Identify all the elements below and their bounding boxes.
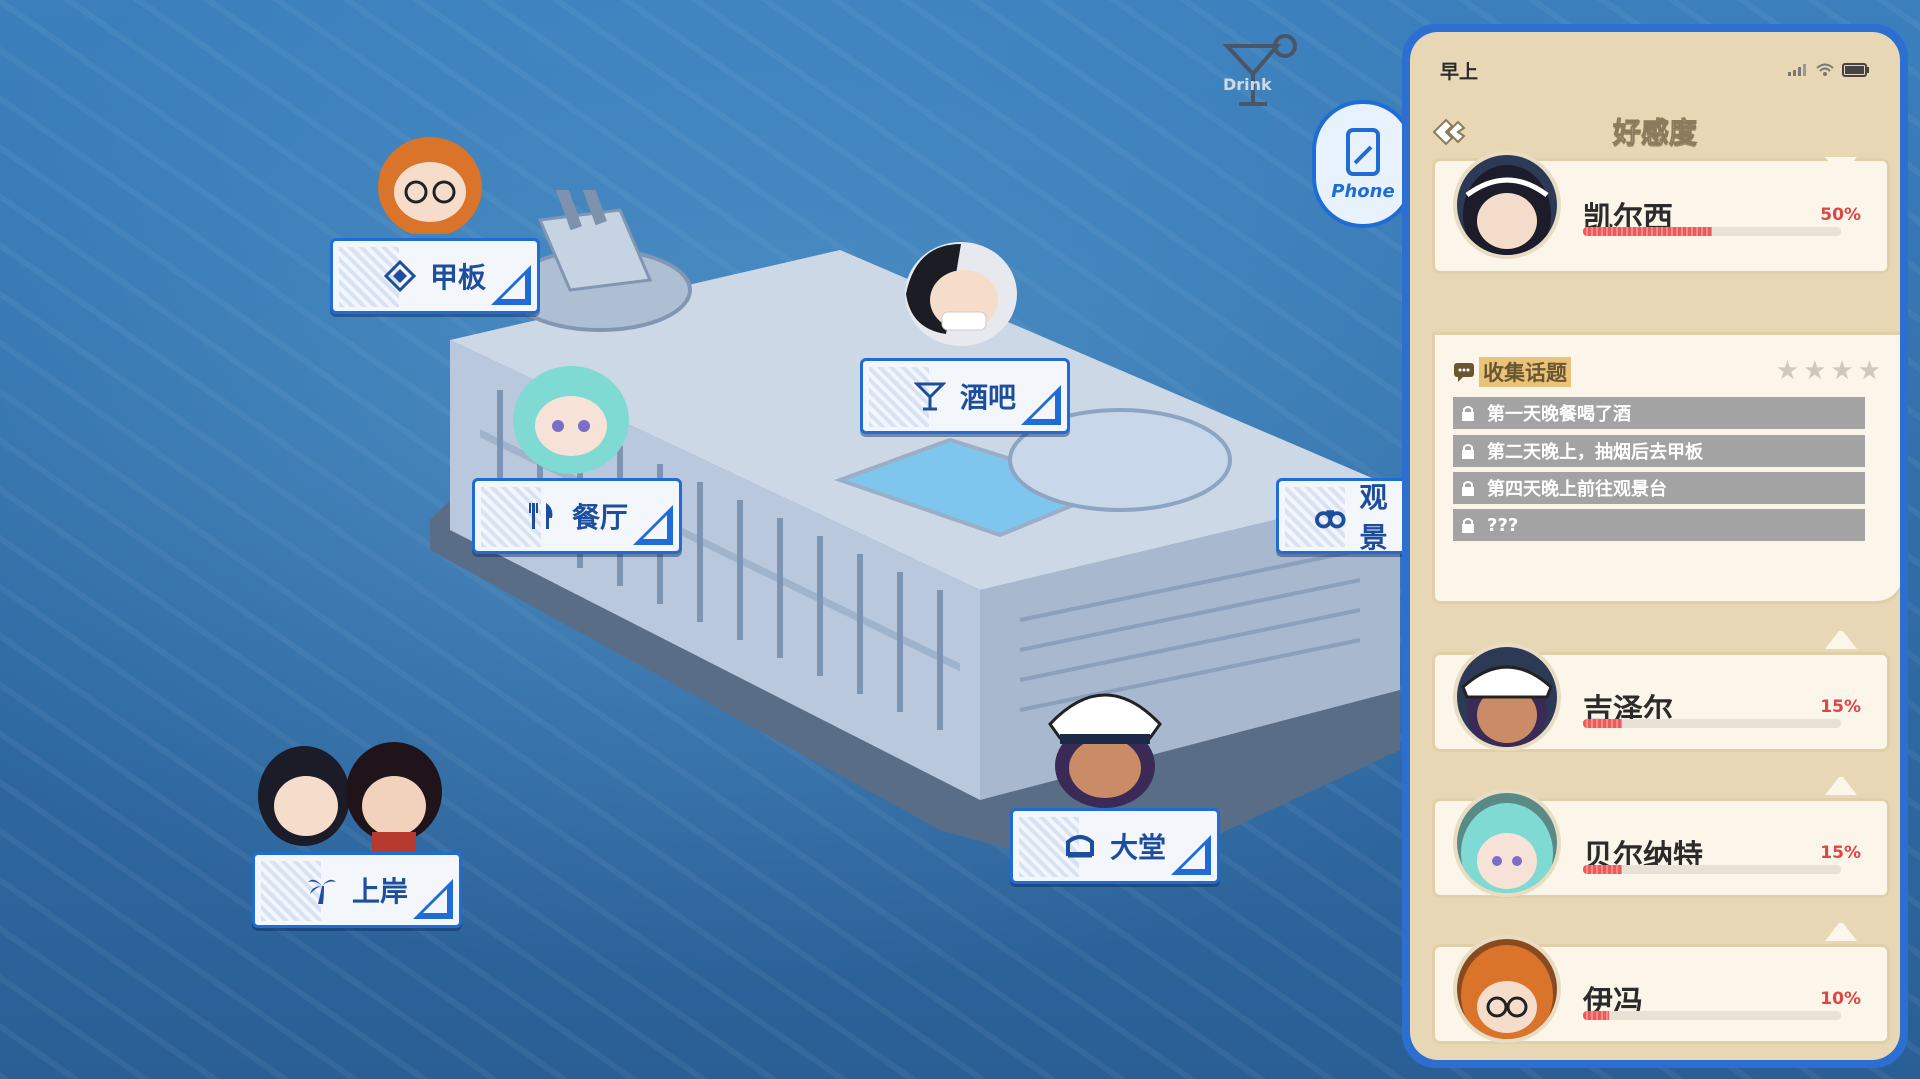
topic-item[interactable]: 第四天晚上前往观景台 — [1453, 472, 1865, 504]
expand-arrow-icon[interactable] — [1825, 777, 1857, 795]
location-lobby-button[interactable]: 大堂 — [1010, 808, 1220, 884]
expand-arrow-icon[interactable] — [1825, 631, 1857, 649]
drink-logo: Drink — [1222, 34, 1297, 106]
star-icon: ★ — [1803, 356, 1827, 386]
affinity-bar — [1583, 719, 1841, 728]
topic-text: 第四天晚上前往观景台 — [1487, 479, 1667, 500]
lock-icon — [1462, 406, 1474, 421]
location-bar-label: 酒吧 — [959, 381, 1016, 414]
topic-stars: ★ ★ ★ ★ — [1775, 356, 1881, 386]
cocktail-icon — [913, 382, 946, 411]
phone-icon — [1346, 127, 1380, 176]
character-card-bernat[interactable]: 贝尔纳特 15% — [1432, 777, 1890, 898]
topic-text: ??? — [1487, 514, 1519, 536]
signal-icon — [1788, 64, 1806, 76]
page-title: 好感度 — [1612, 116, 1697, 150]
affinity-header: 好感度 — [1410, 106, 1900, 156]
location-lobby-label: 大堂 — [1109, 831, 1166, 864]
character-card-yvonne[interactable]: 伊冯 10% — [1432, 923, 1890, 1044]
location-observation-button[interactable]: 观景 — [1276, 478, 1416, 554]
location-observation-label: 观景 — [1359, 481, 1388, 554]
avatar — [1453, 151, 1561, 259]
lock-icon — [1462, 444, 1474, 459]
topic-text: 第一天晚餐喝了酒 — [1487, 404, 1631, 425]
avatar — [1453, 643, 1561, 751]
topic-item[interactable]: 第一天晚餐喝了酒 — [1453, 397, 1865, 429]
location-shore-label: 上岸 — [351, 875, 408, 908]
wifi-icon — [1816, 63, 1834, 76]
character-card-kelsey[interactable]: 凯尔西 50% — [1432, 151, 1890, 274]
star-icon: ★ — [1857, 356, 1881, 386]
location-restaurant-label: 餐厅 — [571, 501, 628, 534]
deck-icon — [383, 260, 416, 292]
back-arrow-icon[interactable] — [1432, 118, 1468, 146]
bernat-chibi — [513, 366, 629, 474]
lobby-icon — [1065, 835, 1094, 858]
bartender-chibi — [905, 242, 1017, 346]
phone-toggle-button[interactable]: Phone — [1312, 100, 1414, 228]
location-bar-button[interactable]: 酒吧 — [860, 358, 1070, 434]
fork-knife-icon — [528, 503, 553, 529]
lock-icon — [1462, 518, 1474, 533]
character-card-giselle[interactable]: 吉泽尔 15% — [1432, 631, 1890, 752]
topics-section: 收集话题 ★ ★ ★ ★ 第一天晚餐喝了酒 第二天晚上，抽烟后去甲板 第四天晚上… — [1432, 332, 1900, 604]
giselle-chibi — [1048, 693, 1162, 808]
topics-title: 收集话题 — [1479, 357, 1571, 387]
affinity-screen: 早上 好感度 凯尔西 50% 收集话题 ★ ★ ★ ★ 第一天晚餐喝了酒 第二天… — [1410, 32, 1900, 1060]
topic-text: 第二天晚上，抽烟后去甲板 — [1487, 442, 1703, 463]
location-shore-button[interactable]: 上岸 — [252, 852, 462, 928]
affinity-bar — [1583, 1011, 1841, 1020]
affinity-percent: 10% — [1820, 989, 1861, 1009]
palm-tree-icon — [307, 879, 336, 904]
affinity-percent: 50% — [1820, 205, 1861, 225]
location-restaurant-button[interactable]: 餐厅 — [472, 478, 682, 554]
avatar — [1453, 935, 1561, 1043]
time-of-day: 早上 — [1440, 60, 1479, 83]
binoculars-icon — [1315, 510, 1346, 529]
star-icon: ★ — [1830, 356, 1854, 386]
collapse-arrow-icon[interactable] — [1825, 157, 1857, 175]
phone-button-label: Phone — [1331, 180, 1395, 202]
status-bar: 早上 — [1440, 58, 1870, 83]
affinity-bar — [1583, 227, 1841, 236]
location-deck-label: 甲板 — [429, 261, 486, 294]
star-icon: ★ — [1775, 356, 1800, 386]
location-deck-button[interactable]: 甲板 — [330, 238, 540, 314]
affinity-percent: 15% — [1820, 697, 1861, 717]
affinity-bar — [1583, 865, 1841, 874]
drink-logo-text: Drink — [1223, 75, 1272, 94]
avatar — [1453, 789, 1561, 897]
chat-bubble-icon — [1454, 363, 1474, 382]
expand-arrow-icon[interactable] — [1825, 923, 1857, 941]
shore-chibis — [258, 742, 442, 852]
affinity-percent: 15% — [1820, 843, 1861, 863]
topic-item[interactable]: ??? — [1453, 509, 1865, 541]
topic-item[interactable]: 第二天晚上，抽烟后去甲板 — [1453, 435, 1865, 467]
yvonne-chibi — [378, 137, 482, 234]
phone-panel: 早上 好感度 凯尔西 50% 收集话题 ★ ★ ★ ★ 第一天晚餐喝了酒 第二天… — [1402, 24, 1908, 1068]
lock-icon — [1462, 481, 1474, 496]
battery-icon — [1842, 63, 1869, 77]
